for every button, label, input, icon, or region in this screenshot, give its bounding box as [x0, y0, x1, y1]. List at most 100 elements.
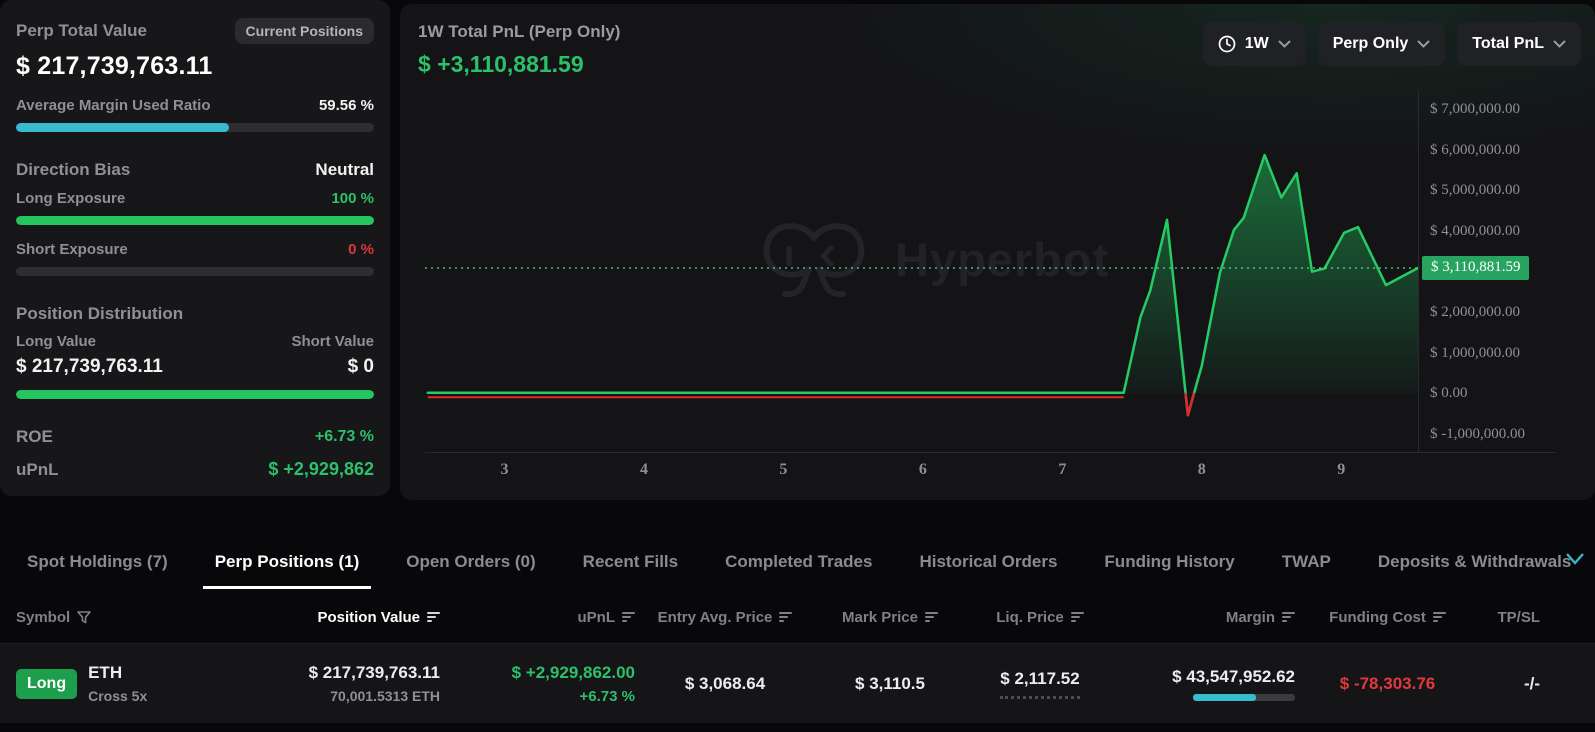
clock-icon: [1218, 35, 1236, 53]
y-tick-label: $ 7,000,000.00: [1430, 101, 1520, 118]
y-tick-label: $ 0.00: [1430, 385, 1468, 402]
long-side-badge: Long: [16, 669, 77, 699]
liq-price-cell: $ 2,117.52: [965, 669, 1115, 699]
roe-value: +6.73 %: [315, 428, 374, 446]
margin-ratio-label: Average Margin Used Ratio: [16, 97, 211, 114]
column-label: Position Value: [317, 609, 420, 626]
column-header-funding-cost[interactable]: Funding Cost: [1295, 609, 1480, 626]
x-axis-line: [425, 452, 1555, 453]
y-tick-label: $ 4,000,000.00: [1430, 223, 1520, 240]
column-header-upnl[interactable]: uPnL: [440, 609, 635, 626]
sort-icon: [925, 612, 938, 622]
x-tick-label: 9: [1337, 461, 1345, 479]
y-tick-label: $ 1,000,000.00: [1430, 345, 1520, 362]
current-positions-badge[interactable]: Current Positions: [235, 18, 374, 44]
chart-negative-segment: [1186, 394, 1194, 415]
margin-usage-bar: [1193, 694, 1295, 701]
symbol-cell: Long ETH Cross 5x: [0, 663, 160, 704]
column-label: Liq. Price: [996, 609, 1064, 626]
long-exposure-label: Long Exposure: [16, 190, 125, 207]
chevron-down-icon: [1278, 40, 1291, 48]
column-label: Funding Cost: [1329, 609, 1426, 626]
column-label: Symbol: [16, 609, 70, 626]
tab-perp-positions-1[interactable]: Perp Positions (1): [215, 535, 360, 589]
column-label: TP/SL: [1497, 609, 1540, 626]
position-size: 70,001.5313 ETH: [160, 688, 440, 704]
short-exposure-bar: [16, 267, 374, 276]
column-label: Entry Avg. Price: [658, 609, 773, 626]
column-label: Mark Price: [842, 609, 918, 626]
direction-bias-label: Direction Bias: [16, 160, 130, 180]
timeframe-label: 1W: [1245, 35, 1269, 53]
long-exposure-value: 100 %: [331, 190, 374, 207]
filter-icon: [77, 611, 91, 624]
leverage-label: Cross 5x: [88, 688, 147, 704]
x-tick-label: 4: [640, 461, 648, 479]
current-pnl-badge: $ 3,110,881.59: [1422, 256, 1529, 280]
mark-price-cell: $ 3,110.5: [815, 674, 965, 694]
x-tick-label: 7: [1058, 461, 1066, 479]
sort-icon: [622, 612, 635, 622]
sort-icon: [427, 612, 440, 622]
tab-deposits-withdrawals[interactable]: Deposits & Withdrawals: [1378, 535, 1572, 589]
metric-label: Total PnL: [1472, 35, 1544, 53]
bottom-tabs: Spot Holdings (7) Perp Positions (1) Open …: [0, 534, 1595, 590]
chart-header: 1W Total PnL (Perp Only) $ +3,110,881.59: [418, 22, 620, 78]
column-header-position-value[interactable]: Position Value: [160, 609, 440, 626]
positions-table-header: Symbol Position Value uPnL Entry Avg. Price…: [0, 598, 1595, 636]
position-distribution-bar: [16, 390, 374, 399]
margin-ratio-value: 59.56 %: [319, 97, 374, 114]
tab-open-orders-0[interactable]: Open Orders (0): [406, 535, 535, 589]
roe-label: ROE: [16, 427, 53, 447]
tabs-overflow-chevron-icon[interactable]: [1565, 552, 1585, 566]
long-value-label: Long Value: [16, 333, 96, 350]
metric-dropdown[interactable]: Total PnL: [1457, 22, 1581, 66]
tpsl-cell: -/-: [1480, 674, 1595, 694]
tab-completed-trades[interactable]: Completed Trades: [725, 535, 872, 589]
tab-twap[interactable]: TWAP: [1282, 535, 1331, 589]
column-header-mark-price[interactable]: Mark Price: [815, 609, 965, 626]
upnl-cell: $ +2,929,862.00 +6.73 %: [440, 663, 635, 705]
sort-icon: [779, 612, 792, 622]
short-value-label: Short Value: [291, 333, 374, 350]
market-type-label: Perp Only: [1333, 35, 1409, 53]
x-tick-label: 8: [1198, 461, 1206, 479]
y-tick-label: $ -1,000,000.00: [1430, 426, 1525, 443]
panel-title: Perp Total Value: [16, 21, 147, 41]
funding-cost-cell: $ -78,303.76: [1295, 674, 1480, 694]
x-tick-label: 5: [779, 461, 787, 479]
long-exposure-bar: [16, 216, 374, 225]
entry-price-cell: $ 3,068.64: [635, 674, 815, 694]
upnl-percent: +6.73 %: [440, 688, 635, 705]
perp-summary-panel: Perp Total Value Current Positions $ 217…: [0, 0, 390, 496]
long-value: $ 217,739,763.11: [16, 356, 163, 378]
column-label: Margin: [1226, 609, 1275, 626]
chart-total-pnl-value: $ +3,110,881.59: [418, 51, 620, 78]
column-header-entry-avg-price[interactable]: Entry Avg. Price: [635, 609, 815, 626]
column-header-tp-sl[interactable]: TP/SL: [1480, 609, 1595, 626]
y-tick-label: $ 5,000,000.00: [1430, 182, 1520, 199]
position-row-eth[interactable]: Long ETH Cross 5x $ 217,739,763.11 70,00…: [0, 643, 1595, 723]
chevron-down-icon: [1417, 40, 1430, 48]
y-tick-label: $ 6,000,000.00: [1430, 142, 1520, 159]
sort-icon: [1433, 612, 1446, 622]
tab-spot-holdings-7[interactable]: Spot Holdings (7): [27, 535, 168, 589]
upnl-label: uPnL: [16, 460, 59, 480]
market-type-dropdown[interactable]: Perp Only: [1318, 22, 1446, 66]
tab-recent-fills[interactable]: Recent Fills: [583, 535, 678, 589]
x-axis-labels: 3 4 5 6 7 8 9: [425, 461, 1418, 485]
tab-funding-history[interactable]: Funding History: [1104, 535, 1234, 589]
short-value: $ 0: [348, 356, 374, 378]
position-distribution-label: Position Distribution: [16, 304, 374, 324]
column-header-symbol[interactable]: Symbol: [0, 609, 160, 626]
timeframe-dropdown[interactable]: 1W: [1203, 22, 1306, 66]
x-tick-label: 6: [919, 461, 927, 479]
x-tick-label: 3: [501, 461, 509, 479]
tab-historical-orders[interactable]: Historical Orders: [919, 535, 1057, 589]
column-header-liq-price[interactable]: Liq. Price: [965, 609, 1115, 626]
column-header-margin[interactable]: Margin: [1115, 609, 1295, 626]
position-value-cell: $ 217,739,763.11 70,001.5313 ETH: [160, 663, 440, 704]
direction-bias-value: Neutral: [315, 160, 374, 180]
pnl-area-chart[interactable]: [425, 90, 1418, 452]
margin-ratio-bar: [16, 123, 374, 132]
